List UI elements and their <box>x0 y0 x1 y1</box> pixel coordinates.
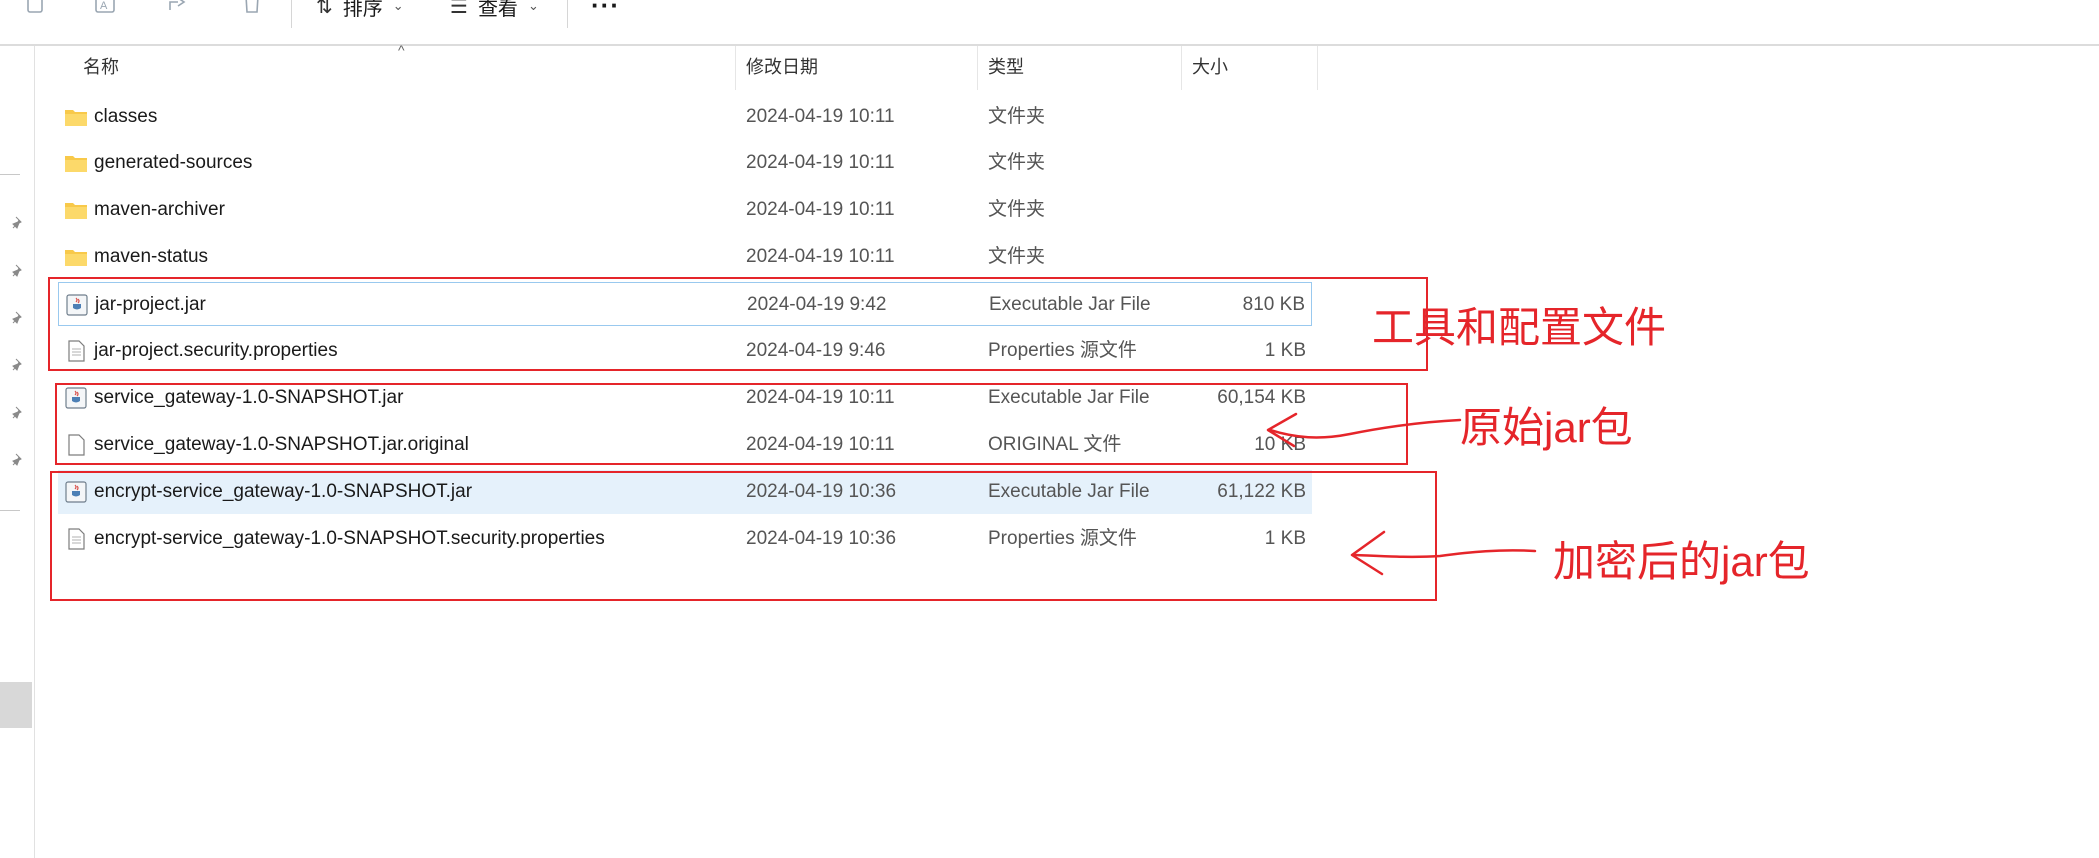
nav-scrollbar-thumb[interactable] <box>0 682 32 728</box>
column-header-size-label: 大小 <box>1192 57 1228 77</box>
pin-icon[interactable] <box>10 357 26 373</box>
copy-icon[interactable] <box>22 0 50 18</box>
sort-button[interactable]: ⇅ 排序 ⌄ <box>316 0 404 20</box>
column-header-name-label: 名称 <box>83 57 119 77</box>
column-header-row: 名称 ^ 修改日期 类型 大小 <box>36 42 1318 90</box>
chevron-down-icon: ⌄ <box>392 0 404 13</box>
file-name: generated-sources <box>94 152 253 173</box>
file-date: 2024-04-19 10:11 <box>746 246 895 267</box>
chevron-down-icon: ⌄ <box>527 0 539 13</box>
annotation-text-tools-config: 工具和配置文件 <box>1372 304 1667 351</box>
svg-text:A: A <box>100 0 108 12</box>
folder-icon <box>64 106 88 128</box>
rename-icon[interactable]: A <box>92 0 120 18</box>
file-row[interactable]: maven-status 2024-04-19 10:11 文件夹 <box>58 235 1312 279</box>
file-row[interactable]: generated-sources 2024-04-19 10:11 文件夹 <box>58 141 1312 185</box>
file-type: 文件夹 <box>988 152 1046 173</box>
file-type: 文件夹 <box>988 199 1046 220</box>
nav-divider <box>0 510 20 511</box>
sort-ascending-icon: ^ <box>398 42 405 58</box>
annotation-box-encrypted-jar <box>50 471 1437 601</box>
file-type: 文件夹 <box>988 246 1046 267</box>
file-name: maven-status <box>94 246 209 267</box>
toolbar-separator <box>291 0 292 28</box>
view-button[interactable]: ☰ 查看 ⌄ <box>450 0 539 20</box>
view-label: 查看 <box>477 0 518 20</box>
column-header-size[interactable]: 大小 <box>1182 46 1318 90</box>
annotation-box-tools-config <box>48 277 1428 371</box>
file-type: 文件夹 <box>988 106 1046 127</box>
delete-icon[interactable] <box>238 0 266 18</box>
pin-icon[interactable] <box>10 310 26 326</box>
share-icon[interactable] <box>164 0 192 18</box>
toolbar-separator <box>567 0 568 28</box>
sort-icon: ⇅ <box>316 0 333 18</box>
file-date: 2024-04-19 10:11 <box>746 106 895 127</box>
pin-icon[interactable] <box>10 452 26 468</box>
folder-icon <box>64 152 88 174</box>
file-date: 2024-04-19 10:11 <box>746 152 895 173</box>
pin-icon[interactable] <box>10 215 26 231</box>
file-name: maven-archiver <box>94 199 225 220</box>
explorer-window: A ⇅ 排序 ⌄ ☰ 查看 ⌄ ··· 名称 ^ 修改日期 类型 大小 clas… <box>0 0 2099 858</box>
pin-icon[interactable] <box>10 263 26 279</box>
command-bar: A ⇅ 排序 ⌄ ☰ 查看 ⌄ ··· <box>0 0 2099 46</box>
file-name: classes <box>94 106 158 127</box>
column-header-type-label: 类型 <box>988 57 1024 77</box>
annotation-box-original-jar <box>55 383 1408 465</box>
column-header-name[interactable]: 名称 <box>36 46 736 90</box>
nav-divider <box>0 174 20 175</box>
column-header-type[interactable]: 类型 <box>978 46 1182 90</box>
annotation-text-encrypted-jar: 加密后的jar包 <box>1553 538 1810 585</box>
file-row[interactable]: maven-archiver 2024-04-19 10:11 文件夹 <box>58 188 1312 232</box>
folder-icon <box>64 199 88 221</box>
column-header-modified[interactable]: 修改日期 <box>736 46 978 90</box>
navigation-pane <box>0 46 35 858</box>
sort-label: 排序 <box>342 0 383 20</box>
more-options-button[interactable]: ··· <box>591 0 620 21</box>
pin-icon[interactable] <box>10 405 26 421</box>
file-date: 2024-04-19 10:11 <box>746 199 895 220</box>
annotation-text-original-jar: 原始jar包 <box>1460 404 1633 451</box>
file-row[interactable]: classes 2024-04-19 10:11 文件夹 <box>58 95 1312 139</box>
folder-icon <box>64 246 88 268</box>
column-header-modified-label: 修改日期 <box>746 57 818 77</box>
view-icon: ☰ <box>450 0 468 18</box>
